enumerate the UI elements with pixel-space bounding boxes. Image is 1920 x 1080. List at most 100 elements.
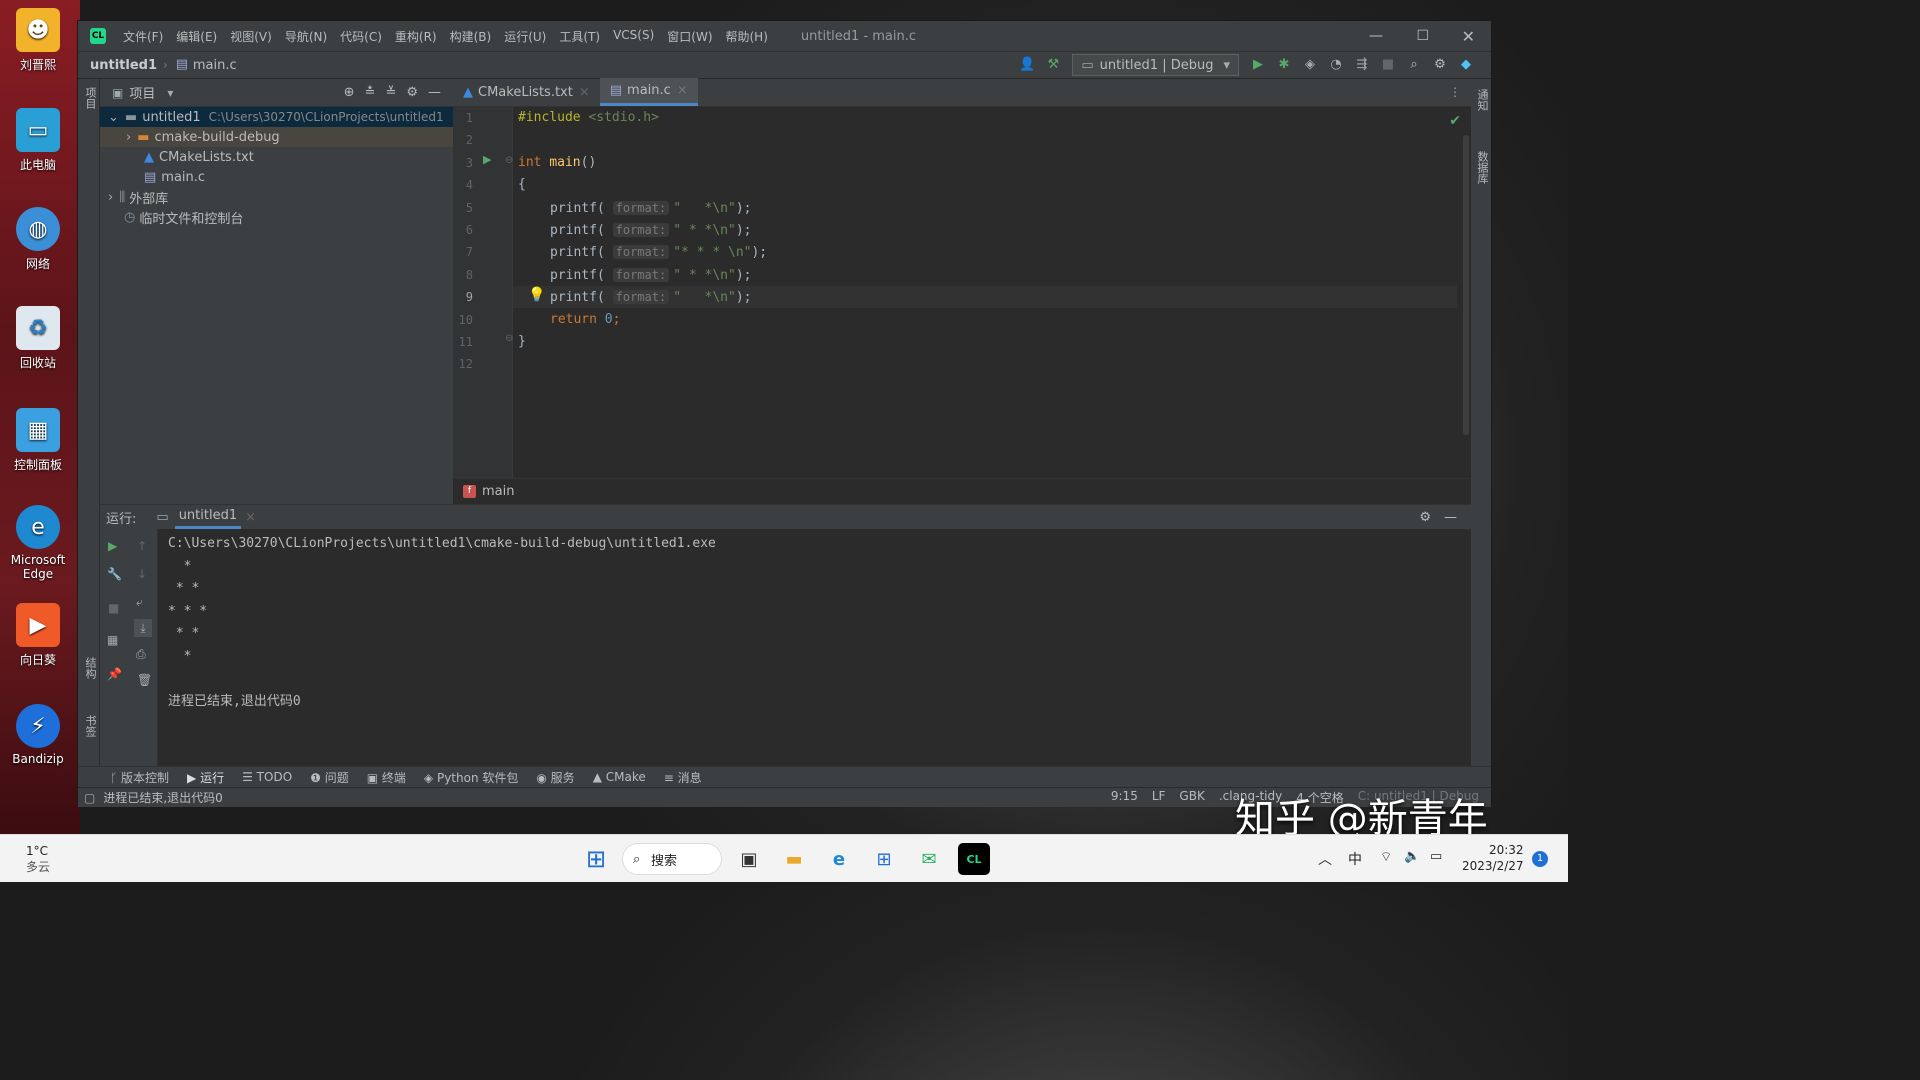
tree-item-cmakelists[interactable]: ▲ CMakeLists.txt: [100, 147, 453, 167]
menu-item[interactable]: 工具(T): [559, 28, 600, 45]
settings-gear-icon[interactable]: ⚙: [1432, 57, 1448, 73]
attach-icon[interactable]: ⇶: [1354, 57, 1370, 73]
hide-panel-icon[interactable]: —: [428, 85, 441, 100]
desktop-icon-user-folder[interactable]: ☻ 刘晋熙: [4, 8, 72, 73]
tree-item-cmake-build-debug[interactable]: › ▬ cmake-build-debug: [100, 127, 453, 147]
search-icon[interactable]: ⌕: [1406, 57, 1422, 73]
arrow-up-icon[interactable]: ↑: [137, 539, 147, 553]
fold-icon[interactable]: ⊖: [505, 333, 513, 344]
menu-item[interactable]: 代码(C): [340, 28, 382, 45]
coverage-icon[interactable]: ◈: [1302, 57, 1318, 73]
project-panel-title[interactable]: 项目: [129, 83, 155, 102]
menu-item[interactable]: 文件(F): [123, 28, 163, 45]
chevron-down-icon[interactable]: ▾: [167, 86, 173, 100]
menu-item[interactable]: 构建(B): [450, 28, 492, 45]
close-icon[interactable]: ✕: [1462, 27, 1475, 46]
clion-taskbar-icon[interactable]: CL: [958, 843, 990, 875]
project-tool-tab[interactable]: 项目: [82, 87, 98, 127]
print-icon[interactable]: ⎙: [136, 647, 146, 662]
run-icon[interactable]: ▶: [1250, 57, 1266, 73]
expand-all-icon[interactable]: ≛: [365, 85, 376, 100]
task-view-icon[interactable]: ▣: [733, 843, 765, 875]
desktop-icon-edge[interactable]: e Microsoft Edge: [4, 505, 72, 581]
collapse-all-icon[interactable]: ≚: [385, 85, 396, 100]
maximize-icon[interactable]: ☐: [1416, 28, 1429, 44]
tool-vcs[interactable]: ᚴ 版本控制: [110, 769, 169, 786]
clock[interactable]: 20:32 2023/2/27: [1462, 842, 1524, 874]
tool-python-packages[interactable]: ◈ Python 软件包: [424, 769, 518, 786]
scroll-to-end-icon[interactable]: ⤓: [134, 619, 152, 637]
menu-item[interactable]: 帮助(H): [726, 28, 768, 45]
tree-root[interactable]: ⌄ ▬ untitled1 C:\Users\30270\CLionProjec…: [100, 107, 453, 127]
close-tab-icon[interactable]: ×: [245, 510, 256, 525]
desktop-icon-sunlogin[interactable]: ▶ 向日葵: [4, 603, 72, 668]
tool-terminal[interactable]: ▣ 终端: [367, 769, 406, 786]
status-toggle-icon[interactable]: ▢: [84, 791, 95, 805]
soft-wrap-icon[interactable]: ⤶: [136, 595, 143, 610]
tab-main-c[interactable]: ▤ main.c ×: [599, 78, 698, 106]
nav-file[interactable]: main.c: [193, 58, 237, 73]
desktop-icon-network[interactable]: ◍ 网络: [4, 207, 72, 272]
breadcrumb-function[interactable]: main: [482, 484, 514, 499]
menu-item[interactable]: 重构(R): [395, 28, 437, 45]
trash-icon[interactable]: 🗑: [137, 673, 152, 687]
locate-icon[interactable]: ⊕: [344, 85, 355, 100]
close-tab-icon[interactable]: ×: [677, 83, 688, 98]
desktop-icon-control-panel[interactable]: ▦ 控制面板: [4, 408, 72, 473]
battery-icon[interactable]: ▭: [1430, 849, 1442, 864]
pin-icon[interactable]: 📌: [107, 667, 122, 681]
volume-icon[interactable]: 🔈: [1404, 849, 1420, 864]
run-tab-untitled1[interactable]: untitled1: [174, 505, 242, 529]
start-windows-icon[interactable]: ⊞: [580, 843, 612, 875]
menu-item[interactable]: 编辑(E): [176, 28, 217, 45]
tool-run[interactable]: ▶ 运行: [187, 769, 224, 786]
database-tool-tab[interactable]: 数据库: [1474, 151, 1490, 211]
build-hammer-icon[interactable]: ⚒: [1045, 57, 1061, 73]
tree-item-scratches[interactable]: ◷ 临时文件和控制台: [100, 207, 453, 227]
wechat-icon[interactable]: ✉: [913, 843, 945, 875]
layout-icon[interactable]: ▦: [107, 633, 118, 647]
desktop-icon-this-pc[interactable]: ▭ 此电脑: [4, 108, 72, 173]
tree-item-external-libs[interactable]: › ⫼ 外部库: [100, 187, 453, 207]
menu-item[interactable]: 视图(V): [230, 28, 272, 45]
tree-item-main-c[interactable]: ▤ main.c: [100, 167, 453, 187]
nav-project[interactable]: untitled1: [90, 58, 157, 73]
gear-icon[interactable]: ⚙: [1419, 510, 1431, 525]
stop-icon[interactable]: ■: [108, 601, 119, 615]
plugin-icon[interactable]: ◆: [1458, 57, 1474, 73]
status-line-separator[interactable]: LF: [1152, 789, 1166, 806]
gear-icon[interactable]: ⚙: [406, 85, 418, 100]
close-tab-icon[interactable]: ×: [579, 85, 590, 100]
chevron-up-icon[interactable]: ︿: [1318, 849, 1332, 869]
file-explorer-icon[interactable]: ▬: [778, 843, 810, 875]
minimize-icon[interactable]: —: [1369, 28, 1383, 44]
rerun-icon[interactable]: ▶: [108, 539, 117, 553]
tool-cmake[interactable]: ▲ CMake: [593, 770, 646, 784]
tool-messages[interactable]: ≡ 消息: [664, 769, 702, 786]
code-area[interactable]: 💡 #include <stdio.h> int main() { printf…: [513, 107, 1457, 478]
menu-item[interactable]: 导航(N): [285, 28, 327, 45]
console-output[interactable]: C:\Users\30270\CLionProjects\untitled1\c…: [168, 533, 1471, 769]
hide-panel-icon[interactable]: —: [1444, 510, 1457, 525]
desktop-icon-recycle-bin[interactable]: ♻ 回收站: [4, 306, 72, 371]
intention-bulb-icon[interactable]: 💡: [528, 287, 545, 303]
debug-icon[interactable]: ✱: [1276, 57, 1292, 73]
tool-services[interactable]: ◉ 服务: [536, 769, 574, 786]
editor-scrollbar[interactable]: [1463, 135, 1469, 435]
bookmarks-tool-tab[interactable]: 书签: [82, 715, 98, 755]
stop-icon[interactable]: ■: [1380, 57, 1396, 73]
status-caret-position[interactable]: 9:15: [1111, 789, 1138, 806]
menu-item[interactable]: VCS(S): [613, 28, 654, 45]
run-gutter-icon[interactable]: ▶: [483, 153, 491, 166]
menu-item[interactable]: 运行(U): [504, 28, 546, 45]
notifications-tool-tab[interactable]: 通知: [1474, 89, 1490, 129]
status-encoding[interactable]: GBK: [1179, 789, 1204, 806]
user-icon[interactable]: 👤: [1019, 57, 1035, 73]
arrow-down-icon[interactable]: ↓: [137, 567, 147, 581]
fold-icon[interactable]: ⊖: [505, 155, 513, 166]
weather-widget[interactable]: 1°C 多云: [26, 843, 50, 875]
taskbar-search[interactable]: ⌕ 搜索: [622, 843, 722, 875]
notification-badge[interactable]: 1: [1532, 851, 1548, 867]
profile-icon[interactable]: ◔: [1328, 57, 1344, 73]
wrench-icon[interactable]: 🔧: [107, 567, 122, 581]
